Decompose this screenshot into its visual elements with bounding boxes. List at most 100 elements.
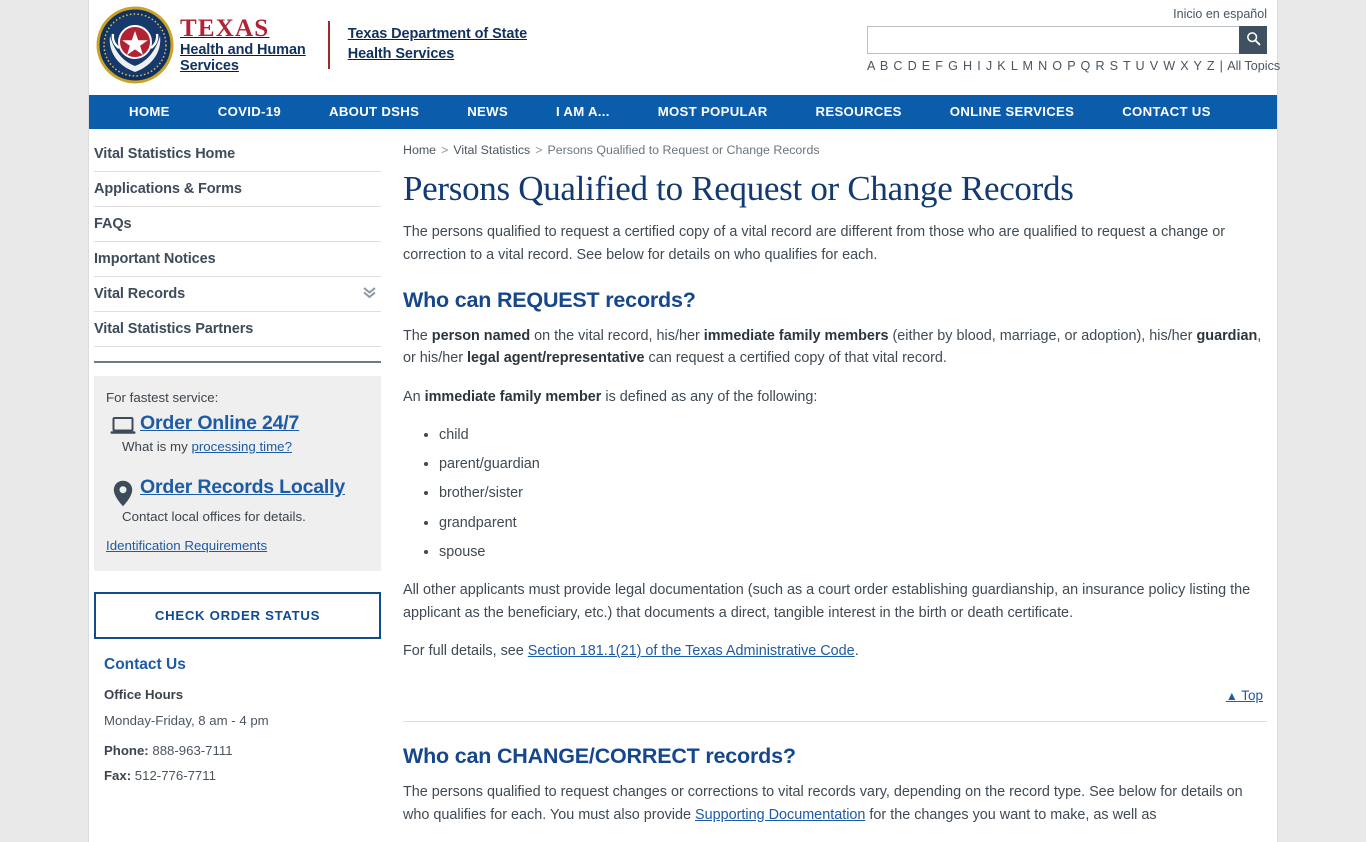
alphabet-link-v[interactable]: V <box>1150 59 1159 73</box>
triangle-up-icon: ▲ <box>1225 689 1238 704</box>
sidebar-nav-item: Important Notices <box>94 242 381 277</box>
chevron-down-icon[interactable] <box>362 286 377 303</box>
main-content: Home > Vital Statistics > Persons Qualified … <box>386 137 1277 842</box>
phone-value: 888-963-7111 <box>152 743 233 758</box>
alphabet-link-i[interactable]: I <box>977 59 981 73</box>
breadcrumb-separator-2: > <box>535 143 543 157</box>
nav-item-most-popular[interactable]: MOST POPULAR <box>634 95 792 129</box>
alphabet-link-x[interactable]: X <box>1180 59 1189 73</box>
request-paragraph-1: The person named on the vital record, hi… <box>403 325 1267 370</box>
nav-item-contact-us[interactable]: CONTACT US <box>1098 95 1234 129</box>
back-to-top-label: Top <box>1241 688 1263 704</box>
office-hours-label: Office Hours <box>104 687 184 702</box>
request-paragraph-4: For full details, see Section 181.1(21) … <box>403 640 1267 662</box>
breadcrumb-vital-statistics[interactable]: Vital Statistics <box>453 143 530 157</box>
rp1-bold-guardian: guardian <box>1196 327 1258 344</box>
order-online-main: Order Online 24/7 <box>140 412 367 435</box>
rp1-bold-person-named: person named <box>431 327 531 344</box>
check-order-status-button[interactable]: CHECK ORDER STATUS <box>94 592 381 639</box>
alphabet-link-h[interactable]: H <box>963 59 973 73</box>
alphabet-link-q[interactable]: Q <box>1081 59 1092 73</box>
nav-item-i-am-a[interactable]: I AM A... <box>532 95 634 129</box>
alphabet-link-j[interactable]: J <box>986 59 993 73</box>
logo-department: Texas Department of State Health Service… <box>348 25 527 64</box>
sidebar-item-vital-statistics-home[interactable]: Vital Statistics Home <box>94 137 381 171</box>
alphabet-link-y[interactable]: Y <box>1194 59 1203 73</box>
rp1-text-3: (either by blood, marriage, or adoption)… <box>888 327 1197 344</box>
alphabet-link-c[interactable]: C <box>893 59 903 73</box>
fax-row: Fax: 512-776-7711 <box>104 768 381 783</box>
order-locally-main: Order Records Locally <box>140 476 367 499</box>
alphabet-link-l[interactable]: L <box>1011 59 1018 73</box>
logo-wordmark: TEXAS Health and Human Services <box>180 14 306 75</box>
alphabet-link-o[interactable]: O <box>1052 59 1063 73</box>
processing-time-line: What is my processing time? <box>106 439 367 454</box>
sidebar-item-important-notices[interactable]: Important Notices <box>94 242 381 276</box>
breadcrumb-current: Persons Qualified to Request or Change R… <box>547 143 820 157</box>
alphabet-link-b[interactable]: B <box>880 59 889 73</box>
alphabet-link-s[interactable]: S <box>1110 59 1119 73</box>
alphabet-link-k[interactable]: K <box>997 59 1006 73</box>
site-logo-link[interactable]: TEXAS Health and Human Services Texas De… <box>96 6 527 84</box>
nav-item-covid-19[interactable]: COVID-19 <box>194 95 305 129</box>
order-online-link[interactable]: Order Online 24/7 <box>140 412 299 434</box>
alphabet-link-n[interactable]: N <box>1038 59 1048 73</box>
rp1-bold-immediate-family: immediate family members <box>703 327 889 344</box>
rp1-text-1: The <box>403 327 432 344</box>
alphabet-letters[interactable]: A B C D E F G H I J K L M N O P Q R S T … <box>867 59 1220 73</box>
admin-code-link[interactable]: Section 181.1(21) of the Texas Administr… <box>528 643 855 659</box>
alphabet-link-e[interactable]: E <box>922 59 931 73</box>
logo-dept-line1: Texas Department of State <box>347 26 528 43</box>
alphabet-link-d[interactable]: D <box>908 59 918 73</box>
sidebar-nav-item: Applications & Forms <box>94 172 381 207</box>
nav-item-resources[interactable]: RESOURCES <box>792 95 926 129</box>
alphabet-link-p[interactable]: P <box>1067 59 1076 73</box>
list-item: child <box>439 424 1267 446</box>
sidebar: Vital Statistics Home Applications & Form… <box>89 137 386 842</box>
sidebar-item-vital-statistics-partners[interactable]: Vital Statistics Partners <box>94 312 381 346</box>
fastest-service-box: For fastest service: Order Online 24/7 W… <box>94 376 381 571</box>
order-locally-link[interactable]: Order Records Locally <box>140 476 345 498</box>
all-topics-link[interactable]: All Topics <box>1227 59 1280 73</box>
spanish-home-link[interactable]: Inicio en español <box>1173 7 1267 21</box>
list-item: grandparent <box>439 512 1267 534</box>
logo-dept-line2: Health Services <box>347 46 455 62</box>
alphabet-link-a[interactable]: A <box>867 59 876 73</box>
rp1-text-5: can request a certified copy of that vit… <box>644 350 947 367</box>
alphabet-separator: | <box>1219 59 1223 73</box>
sidebar-item-applications-forms[interactable]: Applications & Forms <box>94 172 381 206</box>
list-item: brother/sister <box>439 482 1267 504</box>
sidebar-item-vital-records[interactable]: Vital Records <box>94 277 381 311</box>
nav-item-home[interactable]: HOME <box>105 95 194 129</box>
body-wrapper: Vital Statistics Home Applications & Form… <box>89 129 1277 842</box>
search-button[interactable] <box>1239 26 1267 54</box>
office-hours-value: Monday-Friday, 8 am - 4 pm <box>104 713 269 728</box>
search-input[interactable] <box>867 26 1239 54</box>
phone-row: Phone: 888-963-7111 <box>104 743 381 758</box>
back-to-top-link[interactable]: ▲ Top <box>1226 688 1263 703</box>
processing-time-prefix: What is my <box>122 439 192 454</box>
request-paragraph-3: All other applicants must provide legal … <box>403 582 1251 621</box>
identification-requirements-link[interactable]: Identification Requirements <box>106 538 267 553</box>
sidebar-item-faqs[interactable]: FAQs <box>94 207 381 241</box>
alphabet-link-r[interactable]: R <box>1095 59 1105 73</box>
alphabet-link-u[interactable]: U <box>1136 59 1146 73</box>
alphabet-link-m[interactable]: M <box>1022 59 1033 73</box>
texas-state-seal-icon <box>96 6 174 84</box>
logo-texas-text: TEXAS <box>180 14 270 42</box>
rp4-prefix: For full details, see <box>403 643 528 660</box>
supporting-documentation-link[interactable]: Supporting Documentation <box>695 807 865 823</box>
laptop-icon <box>106 412 140 436</box>
nav-item-news[interactable]: NEWS <box>443 95 532 129</box>
breadcrumb-home[interactable]: Home <box>403 143 436 157</box>
nav-item-online-services[interactable]: ONLINE SERVICES <box>926 95 1098 129</box>
contact-us-block: Contact Us Office Hours Monday-Friday, 8… <box>94 639 381 783</box>
processing-time-link[interactable]: processing time? <box>191 439 292 454</box>
immediate-family-list: child parent/guardian brother/sister grandp… <box>403 424 1267 564</box>
alphabet-link-w[interactable]: W <box>1163 59 1176 73</box>
alphabet-link-z[interactable]: Z <box>1207 59 1216 73</box>
alphabet-link-g[interactable]: G <box>948 59 959 73</box>
nav-item-about-dshs[interactable]: ABOUT DSHS <box>305 95 443 129</box>
alphabet-link-t[interactable]: T <box>1123 59 1131 73</box>
alphabet-link-f[interactable]: F <box>935 59 944 73</box>
